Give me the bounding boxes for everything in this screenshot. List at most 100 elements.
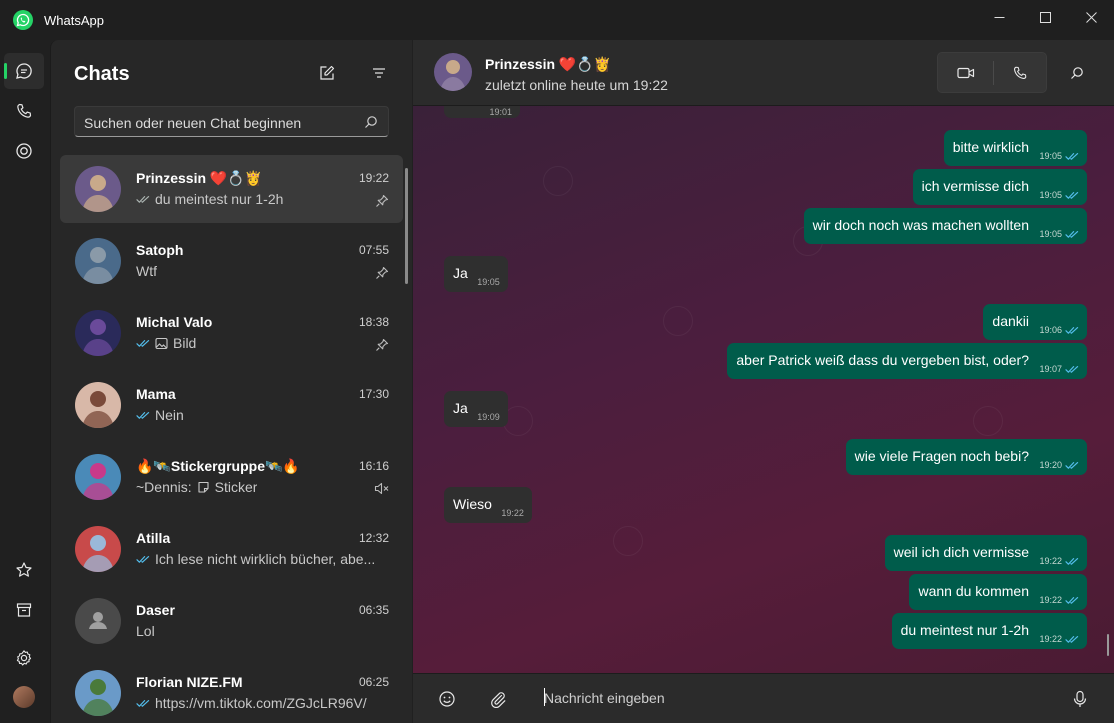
outgoing-message[interactable]: weil ich dich vermisse 19:22 [884, 535, 1087, 571]
star-icon [16, 562, 32, 577]
gear-icon [16, 650, 32, 666]
minimize-button[interactable] [976, 0, 1022, 34]
message-meta: 19:05 [477, 277, 500, 287]
chat-preview-text: Lol [136, 623, 155, 639]
profile-avatar[interactable] [13, 686, 35, 708]
incoming-message[interactable]: Ja 19:05 [444, 256, 508, 292]
chat-list-item[interactable]: 🔥🛰️Stickergruppe🛰️🔥 16:16 ~Dennis: Sticker [60, 443, 403, 511]
chat-preview: Lol [136, 623, 155, 639]
chat-avatar [75, 238, 121, 284]
chat-list-item[interactable]: Florian NIZE.FM 06:25 https://vm.tiktok.co… [60, 659, 403, 723]
video-call-button[interactable] [950, 57, 982, 89]
chat-list-panel: Chats Suchen oder neuen Chat beginnen Pr… [50, 40, 412, 723]
voice-message-button[interactable] [1064, 683, 1096, 715]
chat-time: 17:30 [358, 387, 389, 401]
search-in-chat-button[interactable] [1061, 57, 1093, 89]
maximize-button[interactable] [1022, 0, 1068, 34]
chat-list-item[interactable]: Daser 06:35 Lol [60, 587, 403, 655]
message-text: bitte wirklich [952, 139, 1029, 155]
message-input[interactable]: Nachricht eingeben [544, 690, 665, 706]
double-check-icon [1065, 326, 1079, 334]
chat-avatar [75, 382, 121, 428]
phone-icon [17, 103, 32, 118]
pinned-indicator [375, 194, 389, 213]
chat-avatar [75, 454, 121, 500]
chat-list-scrollbar[interactable] [405, 168, 408, 284]
voice-call-button[interactable] [1004, 57, 1036, 89]
message-time: 19:01 [489, 107, 512, 117]
contact-name[interactable]: Prinzessin ❤️💍👸 [485, 56, 611, 73]
contact-avatar[interactable] [434, 53, 472, 91]
nav-status-button[interactable] [4, 133, 44, 169]
muted-speaker-icon [374, 482, 389, 495]
double-check-icon [1065, 191, 1079, 199]
message-text: wie viele Fragen noch bebi? [854, 448, 1029, 464]
incoming-message[interactable]: Ja 19:09 [444, 391, 508, 427]
message-time: 19:05 [1039, 190, 1062, 200]
chat-list-item[interactable]: Michal Valo 18:38 Bild [60, 299, 403, 367]
chat-list-item[interactable]: Satoph 07:55 Wtf [60, 227, 403, 295]
chat-preview: https://vm.tiktok.com/ZGJcLR96V/ [136, 695, 367, 711]
message-text: ich vermisse dich [921, 178, 1029, 194]
app-title: WhatsApp [44, 13, 104, 28]
message-text: wir doch noch was machen wollten [812, 217, 1029, 233]
double-check-icon [136, 411, 150, 419]
outgoing-message[interactable]: bitte wirklich 19:05 [943, 130, 1087, 166]
search-placeholder: Suchen oder neuen Chat beginnen [84, 115, 302, 131]
message-text: Wieso [453, 496, 492, 512]
message-text: weil ich dich vermisse [893, 544, 1029, 560]
incoming-message[interactable]: Wieso 19:22 [444, 487, 532, 523]
outgoing-message[interactable]: du meintest nur 1-2h 19:22 [891, 613, 1087, 649]
wallpaper-doodle [663, 306, 693, 336]
nav-chats-button[interactable] [4, 53, 44, 89]
microphone-icon [1073, 690, 1087, 707]
attach-button[interactable] [482, 683, 514, 715]
chats-heading: Chats [74, 63, 130, 85]
message-time: 19:22 [501, 508, 524, 518]
navigation-rail [0, 40, 50, 723]
message-scrollbar[interactable] [1107, 634, 1109, 656]
outgoing-message[interactable]: wann du kommen 19:22 [909, 574, 1087, 610]
message-meta: 19:05 [1039, 190, 1079, 200]
preview-sender: ~Dennis: [136, 479, 192, 495]
nav-calls-button[interactable] [4, 93, 44, 129]
outgoing-message[interactable]: dankii 19:06 [983, 304, 1087, 340]
filter-button[interactable] [363, 57, 395, 89]
chat-avatar [75, 670, 121, 716]
outgoing-message[interactable]: wie viele Fragen noch bebi? 19:20 [845, 439, 1087, 475]
message-time: 19:07 [1039, 364, 1062, 374]
new-chat-button[interactable] [311, 57, 343, 89]
chat-name: Florian NIZE.FM [136, 674, 243, 690]
search-icon [1071, 67, 1083, 79]
chat-preview: Nein [136, 407, 184, 423]
call-buttons [937, 52, 1047, 93]
chat-name: Mama [136, 386, 176, 402]
composer-bar: Nachricht eingeben [413, 673, 1114, 723]
chat-list-item[interactable]: Prinzessin ❤️💍👸 19:22 du meintest nur 1-2h [60, 155, 403, 223]
message-time: 19:05 [1039, 151, 1062, 161]
outgoing-message[interactable]: ich vermisse dich 19:05 [912, 169, 1087, 205]
chat-list-item[interactable]: Atilla 12:32 Ich lese nicht wirklich büche… [60, 515, 403, 583]
archive-icon [16, 603, 32, 617]
message-text: Ja [453, 400, 468, 416]
close-button[interactable] [1068, 0, 1114, 34]
pin-icon [376, 338, 389, 351]
double-check-icon [1065, 365, 1079, 373]
nav-settings-button[interactable] [4, 640, 44, 676]
chat-list-item[interactable]: Mama 17:30 Nein [60, 371, 403, 439]
emoji-button[interactable] [431, 683, 463, 715]
chat-preview: Ich lese nicht wirklich bücher, abe... [136, 551, 375, 567]
chat-bubble-icon [16, 63, 32, 79]
chat-preview: Bild [136, 335, 196, 351]
nav-starred-button[interactable] [4, 552, 44, 588]
message-meta: 19:22 [1039, 556, 1079, 566]
outgoing-message[interactable]: aber Patrick weiß dass du vergeben bist,… [727, 343, 1087, 379]
message-area[interactable]: 19:01 bitte wirklich 19:05 ich vermisse dic… [413, 106, 1114, 673]
search-input[interactable]: Suchen oder neuen Chat beginnen [74, 106, 389, 137]
pin-icon [376, 266, 389, 279]
nav-archive-button[interactable] [4, 592, 44, 628]
double-check-icon [136, 555, 150, 563]
outgoing-message[interactable]: wir doch noch was machen wollten 19:05 [803, 208, 1087, 244]
incoming-message[interactable]: 19:01 [444, 106, 520, 118]
message-text: Ja [453, 265, 468, 281]
